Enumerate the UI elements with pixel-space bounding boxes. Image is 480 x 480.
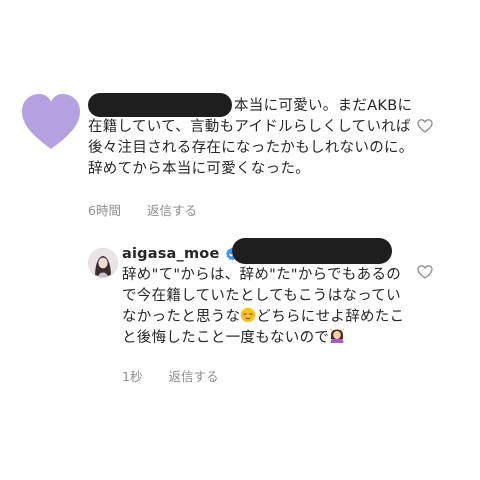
reply-button[interactable]: 返信する	[168, 369, 218, 384]
heart-outline-icon[interactable]	[417, 118, 433, 134]
comment-text: 本当に可愛い。まだAKBに在籍していて、言動もアイドルらしくしていれば後々注目さ…	[88, 96, 414, 180]
comment-meta: 6時間 返信する	[88, 200, 219, 219]
reply-text: 辞め"て"からは、辞め"た"からでもあるので今在籍していたとしてもこうはなってい…	[122, 265, 414, 349]
reply-button[interactable]: 返信する	[147, 203, 197, 218]
reply-meta: 1秒 返信する	[122, 366, 240, 385]
heart-icon	[22, 94, 80, 149]
avatar[interactable]	[88, 248, 118, 278]
heart-outline-icon[interactable]	[417, 264, 433, 280]
comment-time: 6時間	[88, 203, 121, 218]
person-gesturing-ok-emoji	[329, 328, 345, 343]
relieved-face-emoji	[241, 307, 256, 323]
username[interactable]: aigasa_moe	[122, 246, 220, 262]
redacted-username	[232, 238, 392, 264]
reply-time: 1秒	[122, 369, 143, 384]
comment-text-content: 本当に可愛い。まだAKBに在籍していて、言動もアイドルらしくしていれば後々注目さ…	[88, 98, 414, 177]
